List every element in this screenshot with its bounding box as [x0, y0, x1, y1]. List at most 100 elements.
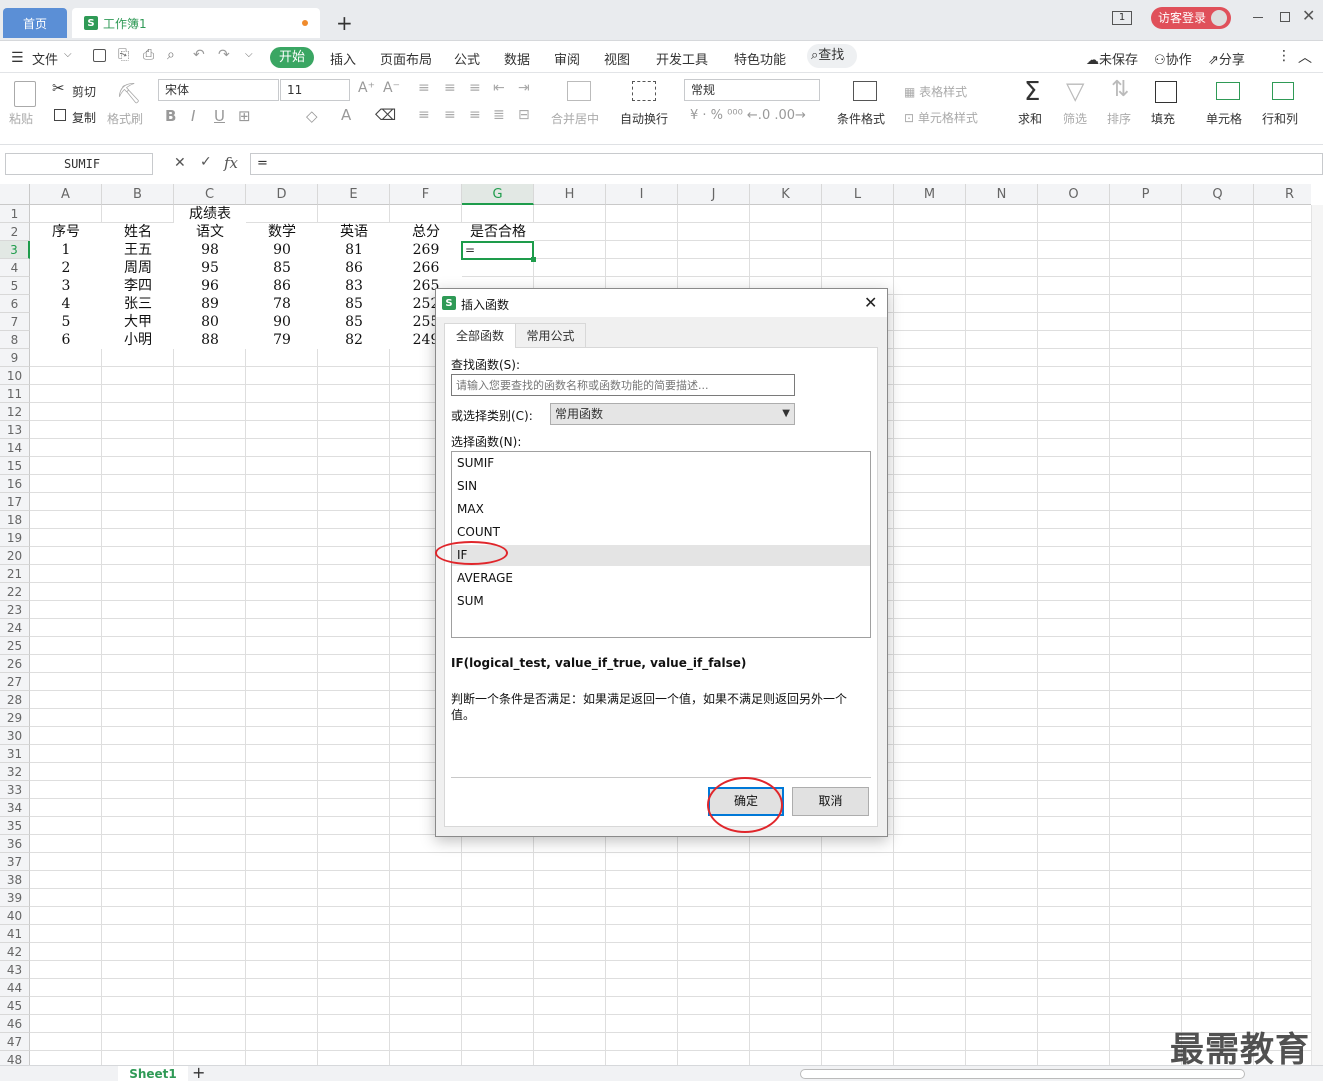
tab-common-formulas[interactable]: 常用公式: [516, 323, 586, 348]
add-sheet-button[interactable]: +: [192, 1063, 205, 1082]
collab-button[interactable]: ⚇协作: [1154, 49, 1192, 68]
menu-view[interactable]: 视图: [604, 49, 630, 68]
search-button[interactable]: ⌕查找: [807, 44, 857, 68]
data-cell[interactable]: 85: [318, 313, 390, 331]
menu-insert[interactable]: 插入: [330, 49, 356, 68]
function-item[interactable]: SUMIF: [452, 453, 870, 474]
data-cell[interactable]: 6: [30, 331, 102, 349]
format-painter-button[interactable]: 格式刷: [107, 110, 143, 127]
row-header-42[interactable]: 42: [0, 943, 30, 961]
row-header-12[interactable]: 12: [0, 403, 30, 421]
data-cell[interactable]: 96: [174, 277, 246, 295]
menu-special[interactable]: 特色功能: [734, 49, 786, 68]
data-cell[interactable]: 86: [318, 259, 390, 277]
data-cell[interactable]: 5: [30, 313, 102, 331]
close-icon[interactable]: ✕: [1302, 6, 1315, 25]
sum-button[interactable]: 求和: [1018, 110, 1042, 127]
font-size-select[interactable]: 11: [280, 79, 350, 101]
column-header-l[interactable]: L: [822, 184, 894, 205]
filter-button[interactable]: 筛选: [1063, 110, 1087, 127]
copy-button[interactable]: 复制: [72, 109, 96, 126]
conditional-format-button[interactable]: 条件格式: [837, 110, 885, 127]
font-name-select[interactable]: 宋体: [158, 79, 279, 101]
column-header-e[interactable]: E: [318, 184, 390, 205]
column-header-p[interactable]: P: [1110, 184, 1182, 205]
function-item[interactable]: SUM: [452, 591, 870, 612]
data-cell[interactable]: 88: [174, 331, 246, 349]
collapse-ribbon-icon[interactable]: ︿: [1298, 47, 1312, 67]
font-grow-icon[interactable]: A⁺: [358, 80, 375, 96]
cell-button[interactable]: 单元格: [1206, 110, 1242, 127]
function-item[interactable]: AVERAGE: [452, 568, 870, 589]
column-header-r[interactable]: R: [1254, 184, 1311, 205]
cancel-formula-icon[interactable]: ✕: [174, 155, 186, 171]
active-cell-g3[interactable]: =: [461, 241, 536, 262]
paste-icon[interactable]: [14, 81, 36, 107]
search-function-input[interactable]: [451, 374, 795, 396]
row-header-39[interactable]: 39: [0, 889, 30, 907]
fill-color-icon[interactable]: ◇: [306, 107, 318, 125]
more-icon[interactable]: ⋮: [1277, 48, 1291, 64]
quick-access-more-icon[interactable]: ⌵: [245, 49, 253, 60]
row-header-47[interactable]: 47: [0, 1033, 30, 1051]
paste-button[interactable]: 粘贴: [9, 110, 33, 127]
menu-file[interactable]: 文件: [32, 49, 58, 68]
row-header-9[interactable]: 9: [0, 349, 30, 367]
row-header-16[interactable]: 16: [0, 475, 30, 493]
cut-button[interactable]: 剪切: [72, 83, 96, 100]
tab-home[interactable]: 首页: [3, 8, 67, 38]
data-cell[interactable]: 98: [174, 241, 246, 259]
data-cell[interactable]: 90: [246, 241, 318, 259]
column-header-g[interactable]: G: [462, 184, 534, 205]
row-header-7[interactable]: 7: [0, 313, 30, 331]
align-left-icon[interactable]: ≡: [418, 107, 430, 123]
row-header-46[interactable]: 46: [0, 1015, 30, 1033]
fill-button[interactable]: 填充: [1151, 110, 1175, 127]
column-header-d[interactable]: D: [246, 184, 318, 205]
bold-icon[interactable]: B: [165, 107, 176, 125]
row-header-10[interactable]: 10: [0, 367, 30, 385]
data-cell[interactable]: 89: [174, 295, 246, 313]
header-cell[interactable]: 英语: [318, 223, 390, 241]
share-button[interactable]: ⇗分享: [1208, 49, 1245, 68]
row-header-28[interactable]: 28: [0, 691, 30, 709]
dialog-close-icon[interactable]: ✕: [864, 293, 877, 312]
row-header-1[interactable]: 1: [0, 205, 30, 223]
data-cell[interactable]: 85: [246, 259, 318, 277]
tab-all-functions[interactable]: 全部函数: [444, 323, 516, 348]
row-header-11[interactable]: 11: [0, 385, 30, 403]
justify-icon[interactable]: ≣: [493, 107, 505, 123]
data-cell[interactable]: 95: [174, 259, 246, 277]
row-header-6[interactable]: 6: [0, 295, 30, 313]
row-header-15[interactable]: 15: [0, 457, 30, 475]
page-indicator-icon[interactable]: 1: [1112, 11, 1132, 25]
italic-icon[interactable]: I: [191, 107, 195, 125]
currency-icon[interactable]: ¥ · % ⁰⁰⁰ ←.0 .00→: [690, 108, 806, 123]
column-header-a[interactable]: A: [30, 184, 102, 205]
visitor-login-button[interactable]: 访客登录: [1151, 7, 1231, 29]
data-cell[interactable]: 大甲: [102, 313, 174, 331]
function-item[interactable]: COUNT: [452, 522, 870, 543]
data-cell[interactable]: 1: [30, 241, 102, 259]
eraser-icon[interactable]: ⌫: [375, 106, 396, 124]
row-header-14[interactable]: 14: [0, 439, 30, 457]
data-cell[interactable]: 张三: [102, 295, 174, 313]
column-header-k[interactable]: K: [750, 184, 822, 205]
data-cell[interactable]: 李四: [102, 277, 174, 295]
row-header-30[interactable]: 30: [0, 727, 30, 745]
function-item[interactable]: MAX: [452, 499, 870, 520]
row-header-4[interactable]: 4: [0, 259, 30, 277]
column-header-b[interactable]: B: [102, 184, 174, 205]
undo-icon[interactable]: ↶: [193, 47, 205, 63]
data-cell[interactable]: 81: [318, 241, 390, 259]
row-header-35[interactable]: 35: [0, 817, 30, 835]
row-header-17[interactable]: 17: [0, 493, 30, 511]
row-header-24[interactable]: 24: [0, 619, 30, 637]
border-icon[interactable]: ⊞: [238, 107, 251, 125]
data-cell[interactable]: 266: [390, 259, 462, 277]
row-header-26[interactable]: 26: [0, 655, 30, 673]
data-cell[interactable]: 90: [246, 313, 318, 331]
data-cell[interactable]: 79: [246, 331, 318, 349]
row-header-8[interactable]: 8: [0, 331, 30, 349]
font-color-icon[interactable]: A: [341, 106, 351, 124]
